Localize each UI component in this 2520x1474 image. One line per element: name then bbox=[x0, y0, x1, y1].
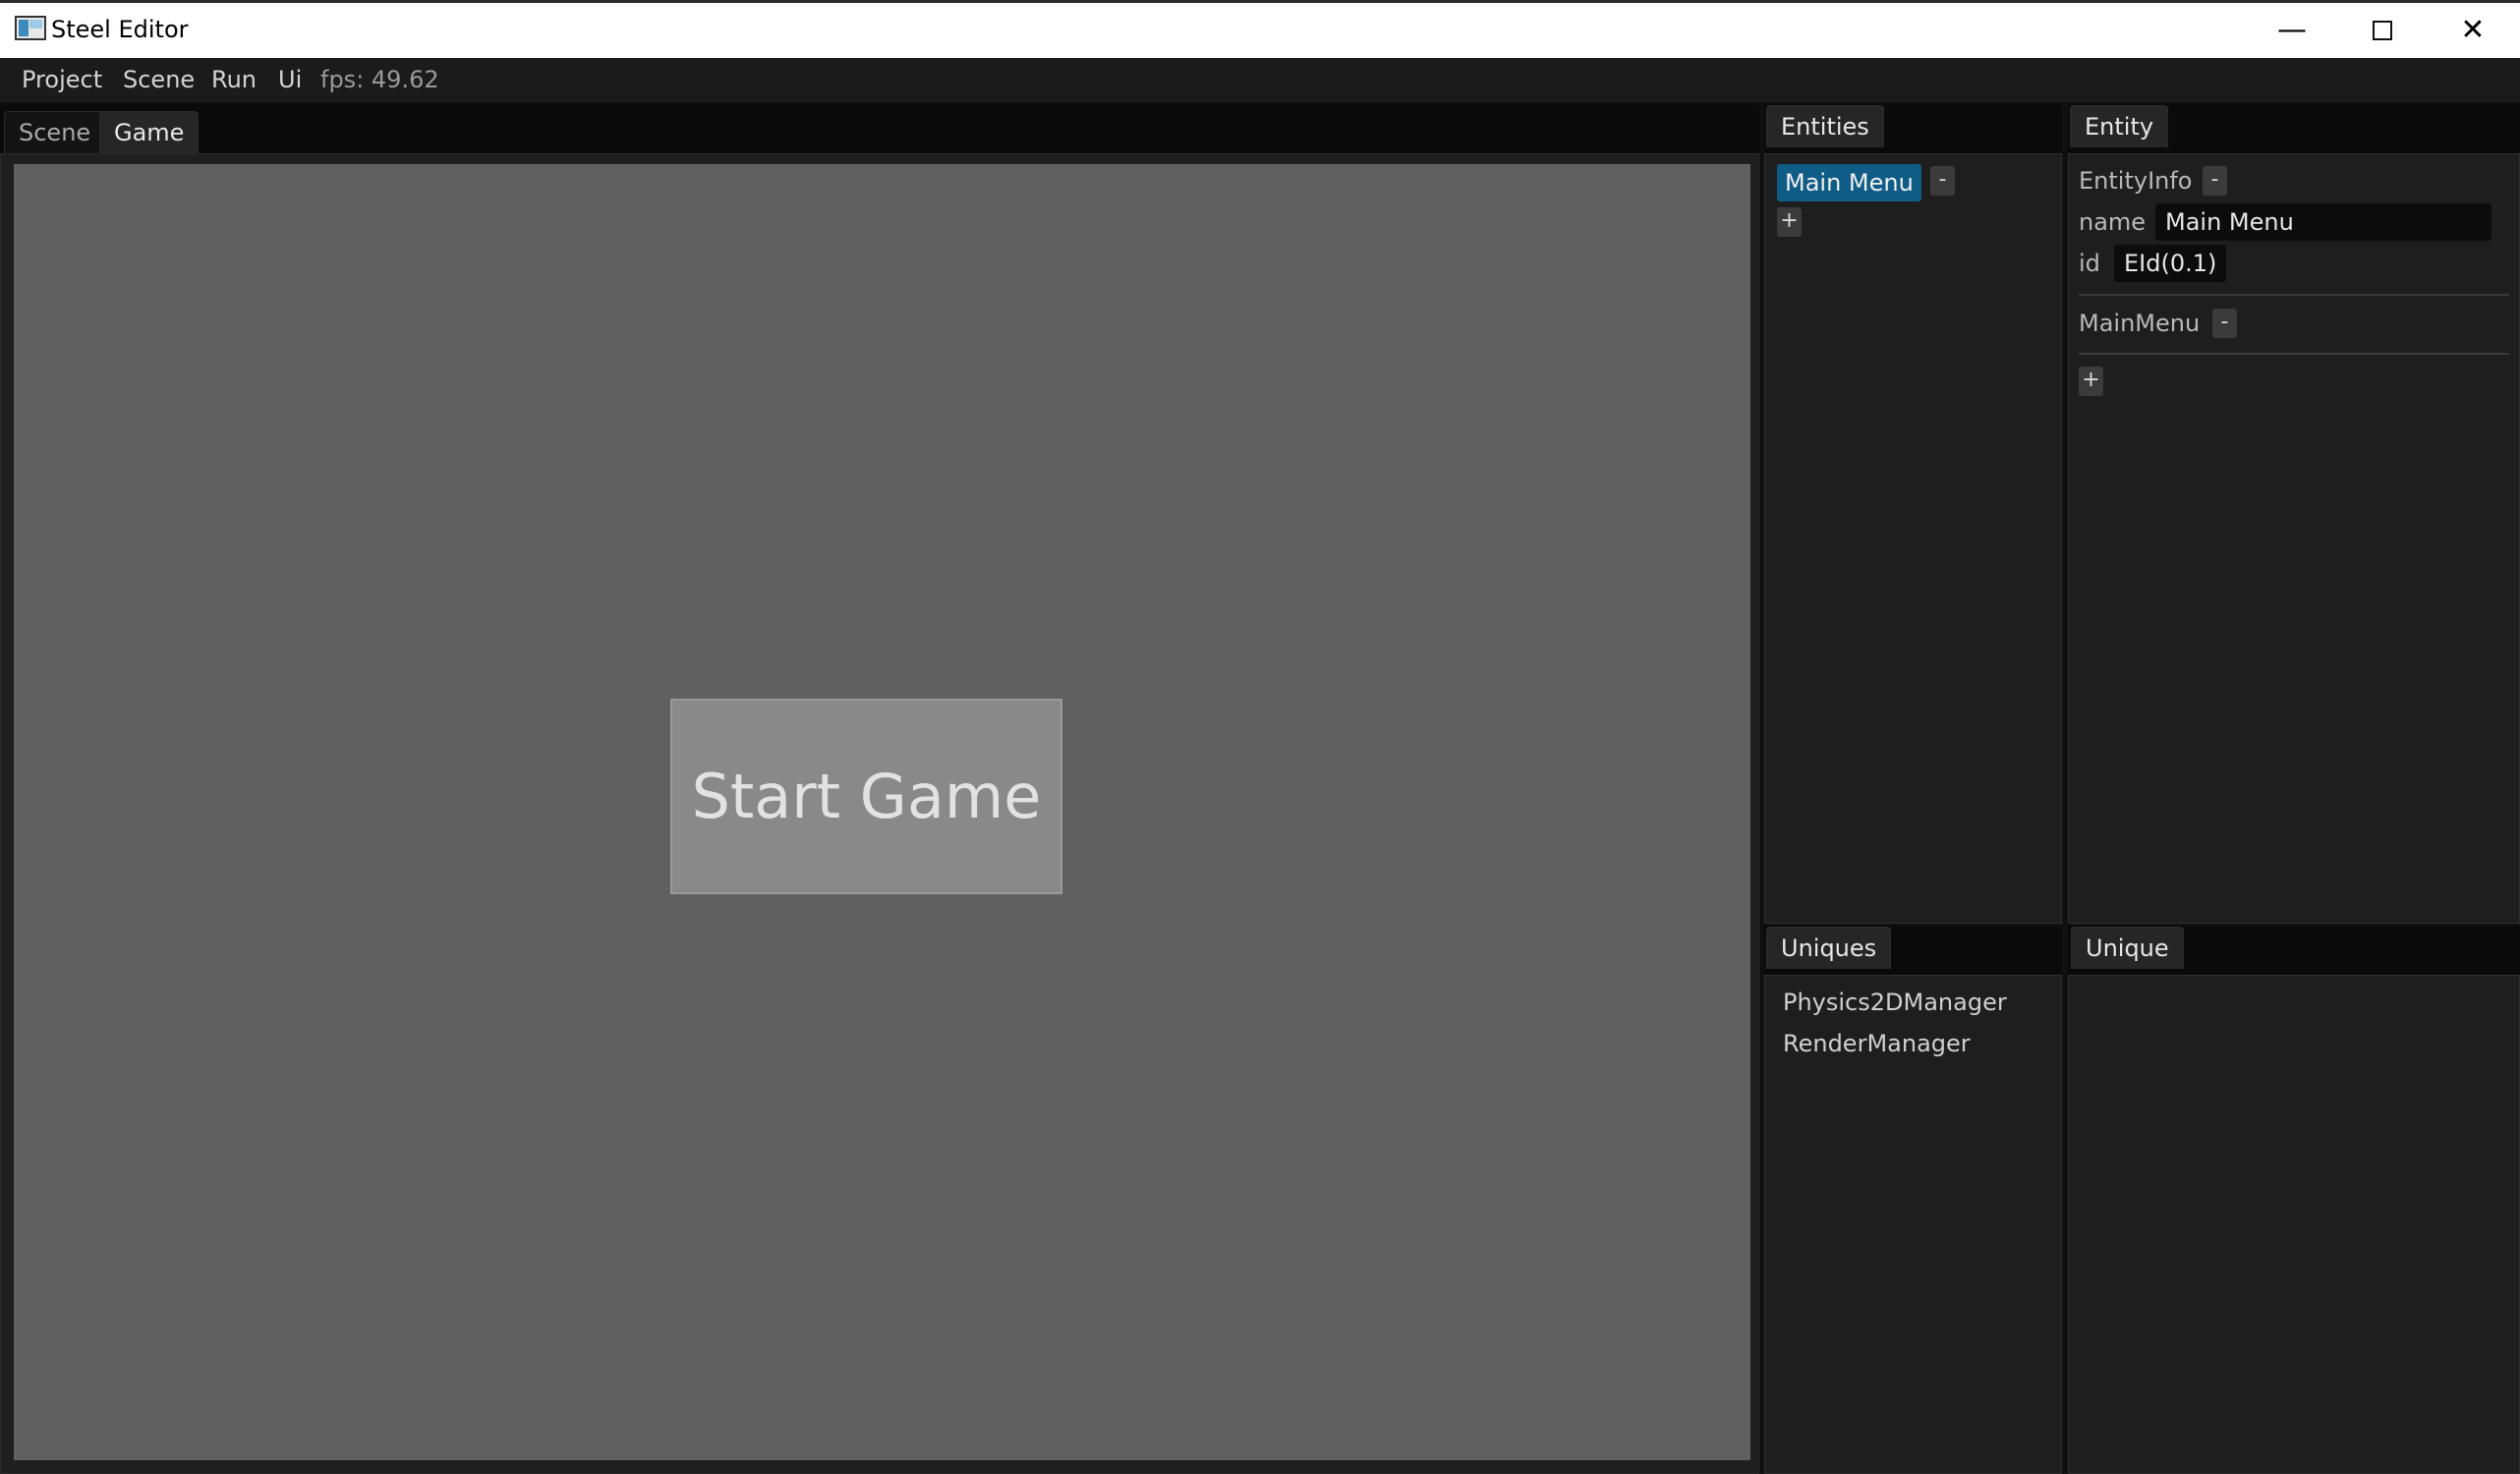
remove-entityinfo-button[interactable]: - bbox=[2203, 166, 2227, 196]
unique-item-physics2dmanager[interactable]: Physics2DManager bbox=[1783, 986, 2007, 1019]
id-label: id bbox=[2079, 250, 2100, 277]
divider bbox=[2079, 353, 2509, 355]
tab-game[interactable]: Game bbox=[99, 111, 200, 153]
remove-entity-button[interactable]: - bbox=[1930, 166, 1955, 196]
entity-item-main-menu[interactable]: Main Menu bbox=[1777, 164, 1921, 201]
viewport-tab-strip: Scene Game bbox=[0, 104, 1759, 153]
component-entityinfo-header: EntityInfo bbox=[2079, 167, 2193, 195]
app-icon bbox=[15, 16, 46, 40]
window-title: Steel Editor bbox=[51, 16, 189, 43]
minimize-icon: — bbox=[2277, 13, 2307, 47]
menu-ui[interactable]: Ui bbox=[278, 58, 302, 102]
menu-project[interactable]: Project bbox=[22, 58, 102, 102]
remove-mainmenu-button[interactable]: - bbox=[2212, 309, 2237, 338]
menu-bar: Project Scene Run Ui fps: 49.62 bbox=[0, 58, 2520, 102]
component-mainmenu-header: MainMenu bbox=[2079, 310, 2201, 337]
tab-entities[interactable]: Entities bbox=[1766, 105, 1884, 147]
name-field[interactable]: Main Menu bbox=[2155, 203, 2491, 241]
tab-entity[interactable]: Entity bbox=[2070, 105, 2169, 147]
add-entity-button[interactable]: + bbox=[1777, 207, 1802, 237]
maximize-button[interactable] bbox=[2337, 3, 2428, 58]
entity-inspector: EntityInfo - name Main Menu id EId(0.1) … bbox=[2068, 153, 2520, 924]
entities-panel: Main Menu - + bbox=[1764, 153, 2062, 924]
uniques-panel: Physics2DManager RenderManager bbox=[1764, 975, 2062, 1474]
tab-unique[interactable]: Unique bbox=[2071, 927, 2184, 969]
title-bar bbox=[0, 0, 2520, 58]
add-component-button[interactable]: + bbox=[2079, 367, 2103, 396]
menu-scene[interactable]: Scene bbox=[123, 58, 195, 102]
unique-item-rendermanager[interactable]: RenderManager bbox=[1783, 1027, 1971, 1060]
tab-uniques[interactable]: Uniques bbox=[1766, 927, 1892, 969]
tab-scene[interactable]: Scene bbox=[4, 111, 106, 153]
divider bbox=[2079, 294, 2509, 296]
close-button[interactable]: ✕ bbox=[2428, 3, 2518, 58]
fps-counter: fps: 49.62 bbox=[320, 66, 439, 93]
maximize-icon bbox=[2373, 21, 2392, 40]
name-label: name bbox=[2079, 208, 2147, 236]
start-game-button[interactable]: Start Game bbox=[670, 699, 1062, 894]
unique-panel bbox=[2068, 975, 2520, 1474]
close-icon: ✕ bbox=[2460, 13, 2486, 47]
id-value: EId(0.1) bbox=[2114, 245, 2227, 282]
menu-run[interactable]: Run bbox=[211, 58, 257, 102]
minimize-button[interactable]: — bbox=[2247, 3, 2337, 58]
